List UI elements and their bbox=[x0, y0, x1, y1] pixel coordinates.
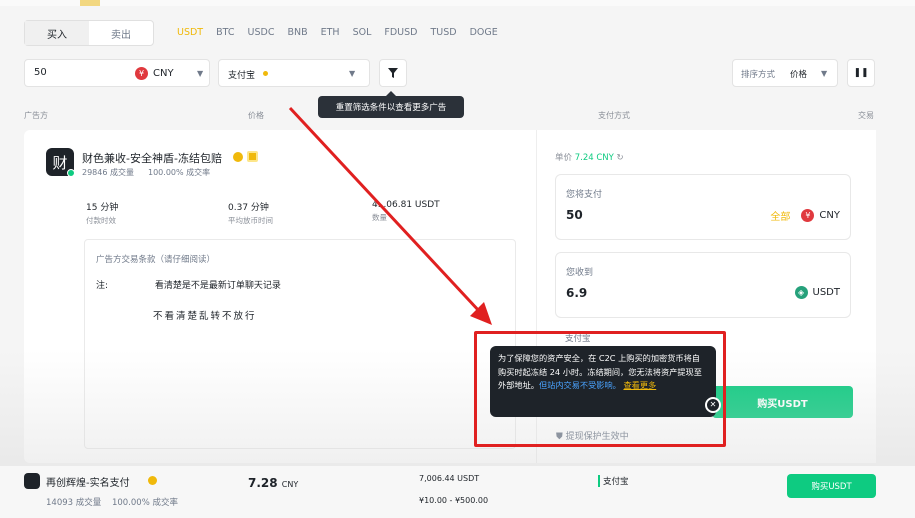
annotation-arrow bbox=[288, 106, 492, 325]
annotation-highlight-box bbox=[474, 331, 726, 447]
